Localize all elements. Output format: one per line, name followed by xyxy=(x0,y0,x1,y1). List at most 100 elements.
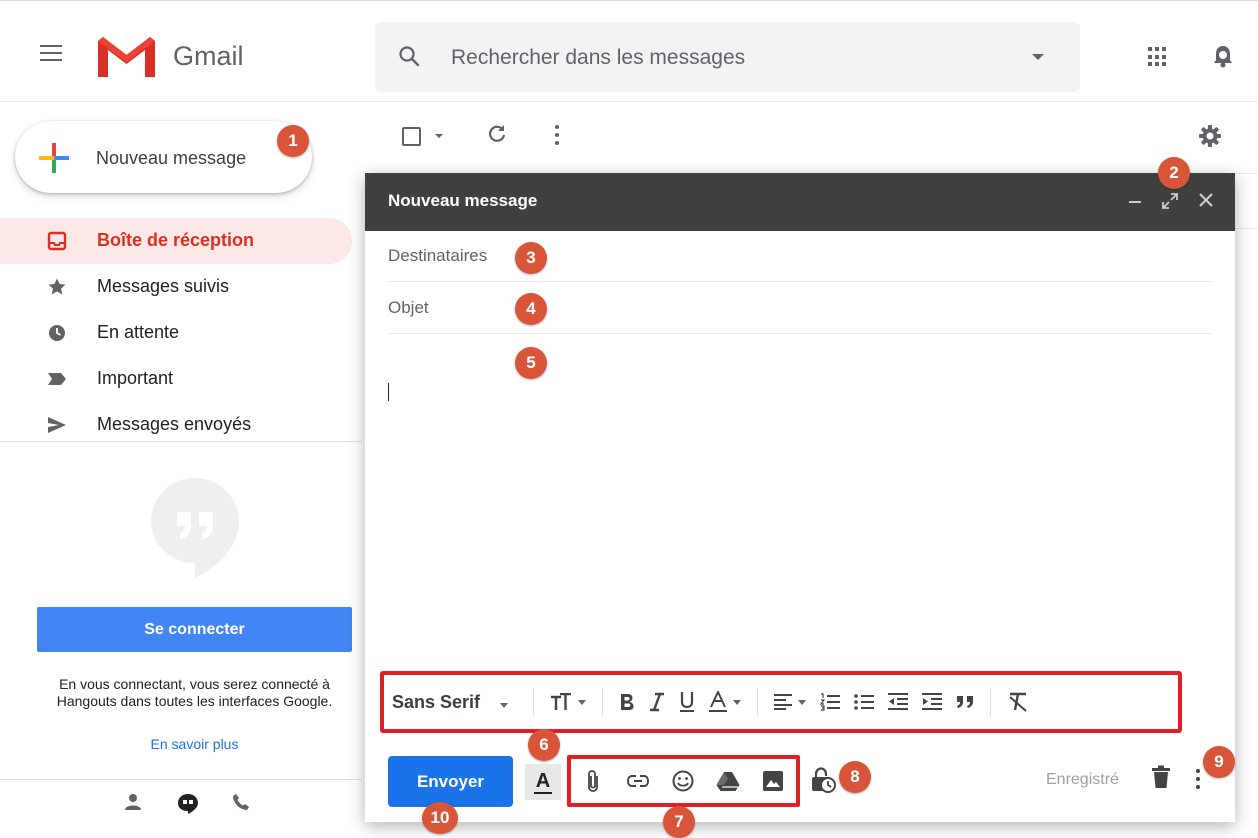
photo-icon xyxy=(763,771,783,791)
fullscreen-icon[interactable] xyxy=(1162,193,1178,209)
hangouts-icon xyxy=(151,478,239,578)
app-brand[interactable]: Gmail xyxy=(173,41,244,72)
insert-link-button[interactable] xyxy=(622,765,654,797)
text-color-icon xyxy=(709,691,728,712)
main-menu-icon[interactable] xyxy=(40,45,62,61)
callout-badge-3: 3 xyxy=(515,242,547,274)
bold-icon xyxy=(621,694,634,710)
compose-title: Nouveau message xyxy=(388,191,538,210)
remove-formatting-button[interactable] xyxy=(1000,687,1036,717)
hangouts-tab-icon[interactable] xyxy=(177,793,199,815)
gmail-logo-icon xyxy=(98,37,155,77)
list-divider xyxy=(1235,173,1258,174)
recipients-field[interactable]: Destinataires xyxy=(388,231,1212,282)
sidebar-bottom-divider xyxy=(0,779,362,780)
search-input[interactable] xyxy=(451,44,1011,72)
quote-icon xyxy=(957,696,974,708)
font-family-value: Sans Serif xyxy=(392,691,481,712)
font-family-select[interactable]: Sans Serif xyxy=(392,691,509,713)
contacts-tab-icon[interactable] xyxy=(123,793,143,811)
indent-increase-icon xyxy=(922,693,943,710)
text-cursor xyxy=(388,383,389,401)
send-button[interactable]: Envoyer xyxy=(388,756,513,807)
sidebar-item-label: Messages envoyés xyxy=(97,414,252,434)
search-bar[interactable] xyxy=(375,22,1080,92)
notifications-icon[interactable] xyxy=(1212,44,1234,68)
subject-field[interactable]: Objet xyxy=(388,283,1212,334)
increase-indent-button[interactable] xyxy=(915,687,949,717)
important-icon xyxy=(48,373,66,385)
close-icon[interactable] xyxy=(1199,193,1213,207)
underline-button[interactable] xyxy=(672,687,702,717)
sidebar-divider xyxy=(0,441,362,442)
recipients-input[interactable] xyxy=(518,243,1198,269)
numbered-list-icon xyxy=(820,693,841,711)
align-left-icon xyxy=(774,694,793,710)
decrease-indent-button[interactable] xyxy=(881,687,915,717)
compose-header[interactable]: Nouveau message xyxy=(365,173,1235,231)
send-icon xyxy=(48,417,66,433)
inbox-icon xyxy=(47,231,67,251)
italic-button[interactable] xyxy=(642,687,672,717)
align-button[interactable] xyxy=(767,687,813,717)
sidebar-item-important[interactable]: Important xyxy=(0,356,352,402)
learn-more-link[interactable]: En savoir plus xyxy=(37,736,352,752)
subject-label: Objet xyxy=(388,298,429,317)
numbered-list-button[interactable] xyxy=(813,687,847,717)
sidebar-item-label: Messages suivis xyxy=(97,276,230,296)
more-compose-options-icon[interactable] xyxy=(1194,768,1202,790)
refresh-icon[interactable] xyxy=(487,124,507,144)
select-options-icon[interactable] xyxy=(435,134,443,138)
text-color-button[interactable] xyxy=(702,687,748,717)
callout-badge-4: 4 xyxy=(515,293,547,325)
bulleted-list-button[interactable] xyxy=(847,687,881,717)
insert-tools-group xyxy=(567,755,800,807)
formatting-options-toggle[interactable]: A xyxy=(525,764,561,800)
callout-badge-8: 8 xyxy=(839,761,871,793)
google-drive-icon xyxy=(716,772,740,791)
callout-badge-6: 6 xyxy=(528,729,560,761)
quote-button[interactable] xyxy=(949,687,981,717)
sidebar-item-snoozed[interactable]: En attente xyxy=(0,310,352,356)
insert-emoji-button[interactable] xyxy=(667,765,699,797)
clock-icon xyxy=(49,325,65,341)
sidebar-item-starred[interactable]: Messages suivis xyxy=(0,264,352,310)
subject-input[interactable] xyxy=(518,295,1198,321)
font-size-button[interactable] xyxy=(543,687,593,717)
bold-button[interactable] xyxy=(612,687,642,717)
sidebar-nav: Boîte de réception Messages suivis En at… xyxy=(0,218,352,448)
compose-button[interactable]: Nouveau message xyxy=(15,121,312,193)
italic-icon xyxy=(650,692,665,712)
attach-file-button[interactable] xyxy=(577,765,609,797)
confidential-mode-icon[interactable] xyxy=(810,767,836,793)
hangouts-signin-button[interactable]: Se connecter xyxy=(37,607,352,652)
formatting-toolbar: Sans Serif xyxy=(380,671,1182,733)
apps-grid-icon[interactable] xyxy=(1148,47,1168,67)
phone-tab-icon[interactable] xyxy=(232,793,250,811)
discard-draft-icon[interactable] xyxy=(1151,765,1171,789)
callout-badge-7: 7 xyxy=(663,806,695,838)
minimize-icon[interactable] xyxy=(1129,201,1141,203)
more-options-icon[interactable] xyxy=(553,124,561,146)
callout-badge-2: 2 xyxy=(1158,157,1190,189)
indent-decrease-icon xyxy=(888,693,909,710)
sidebar-item-label: Boîte de réception xyxy=(97,230,255,250)
callout-badge-5: 5 xyxy=(515,347,547,379)
select-all-checkbox[interactable] xyxy=(402,127,421,146)
search-options-icon[interactable] xyxy=(1032,54,1044,60)
message-body[interactable] xyxy=(388,337,1212,657)
app-header: Gmail xyxy=(0,1,1258,102)
recipients-label: Destinataires xyxy=(388,246,488,265)
sidebar-item-inbox[interactable]: Boîte de réception xyxy=(0,218,352,264)
bulleted-list-icon xyxy=(854,694,875,710)
star-icon xyxy=(48,278,66,295)
settings-gear-icon[interactable] xyxy=(1198,124,1222,148)
insert-drive-button[interactable] xyxy=(712,765,744,797)
list-divider xyxy=(1235,228,1258,229)
draft-saved-status: Enregistré xyxy=(1046,771,1119,788)
font-size-icon xyxy=(551,693,572,710)
insert-photo-button[interactable] xyxy=(757,765,789,797)
search-icon[interactable] xyxy=(397,44,421,68)
link-icon xyxy=(627,775,649,787)
clear-formatting-icon xyxy=(1009,692,1027,712)
